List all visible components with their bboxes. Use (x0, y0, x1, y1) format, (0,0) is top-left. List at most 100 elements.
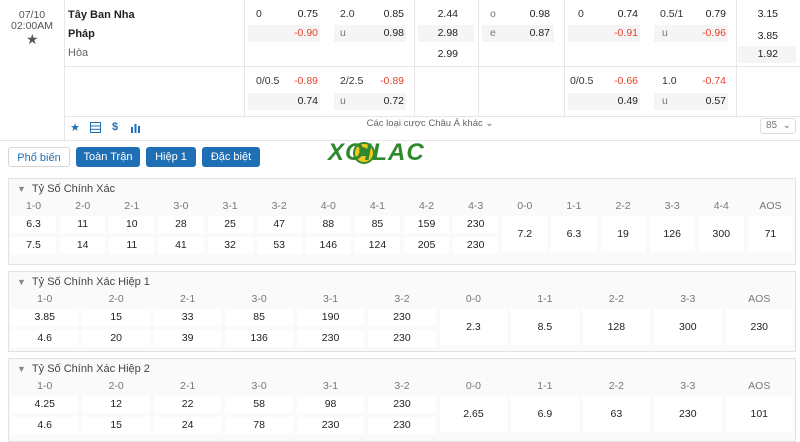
score-odd-cell[interactable]: 85 (225, 309, 293, 326)
score-odd-cell[interactable]: 58 (225, 396, 293, 413)
score-odd-cell[interactable]: 205 (404, 237, 450, 254)
ft-ou-odd-1[interactable]: 0.85 (376, 6, 404, 23)
score-odd-cell[interactable]: 53 (256, 237, 302, 254)
draw-score-odd-cell[interactable]: 6.3 (551, 216, 597, 252)
score-odd-cell[interactable]: 12 (82, 396, 150, 413)
score-odd-cell[interactable]: 7.5 (11, 237, 57, 254)
h1-ou-odd-1[interactable]: 0.79 (698, 6, 726, 23)
score-odd-cell[interactable]: 10 (109, 216, 155, 233)
score-odd-cell[interactable]: 28 (158, 216, 204, 233)
bar-chart-icon[interactable] (126, 119, 144, 135)
divider (736, 0, 737, 116)
score-odd-cell[interactable]: 4.25 (11, 396, 79, 413)
h1-hdp-odd-1[interactable]: 0.74 (610, 6, 638, 23)
more-asian-bets-link[interactable]: Các loại cược Châu Á khác ⌄ (330, 118, 530, 129)
section-title-text: Tỷ Số Chính Xác Hiệp 1 (31, 276, 150, 288)
section-title[interactable]: ▼ Tỷ Số Chính Xác Hiệp 1 (17, 276, 150, 288)
score-odd-cell[interactable]: 6.3 (11, 216, 57, 233)
score-odd-cell[interactable]: 11 (109, 237, 155, 254)
draw-score-odd-cell[interactable]: 300 (698, 216, 744, 252)
score-odd-cell[interactable]: 88 (305, 216, 351, 233)
draw-score-odd-cell[interactable]: 2.65 (439, 396, 508, 432)
score-odd-cell[interactable]: 230 (368, 330, 436, 347)
score-odd-cell[interactable]: 230 (296, 330, 365, 347)
zoom-select[interactable]: 85 ⌄ (760, 118, 796, 134)
h1-hdp-odd-2[interactable]: -0.91 (568, 25, 640, 42)
ft-1x2-home[interactable]: 2.44 (418, 6, 458, 23)
ft-1x2-draw[interactable]: 2.99 (418, 46, 458, 63)
score-odd-cell[interactable]: 98 (296, 396, 365, 413)
score-odd-cell[interactable]: 41 (158, 237, 204, 254)
score-odd-cell[interactable]: 124 (354, 237, 400, 254)
h1-1x2-draw[interactable]: 1.92 (738, 46, 796, 63)
h1-ou-row-2[interactable]: u -0.96 (654, 25, 728, 42)
h1-ou-odd-3[interactable]: -0.74 (698, 73, 726, 90)
ft-ou-row-4[interactable]: u 0.72 (334, 93, 406, 110)
tab-popular[interactable]: Phổ biến (8, 147, 70, 167)
draw-score-odd-cell[interactable]: 8.5 (511, 309, 579, 345)
section-title[interactable]: ▼ Tỷ Số Chính Xác (17, 183, 115, 195)
score-odd-cell[interactable]: 4.6 (11, 417, 79, 434)
star-icon[interactable]: ★ (66, 119, 84, 135)
tab-full-match[interactable]: Toàn Trận (76, 147, 140, 167)
score-odd-cell[interactable]: 39 (153, 330, 222, 347)
score-odd-cell[interactable]: 20 (82, 330, 150, 347)
ft-oe-row-2[interactable]: e 0.87 (482, 25, 554, 42)
score-odd-cell[interactable]: 25 (207, 216, 253, 233)
score-odd-cell[interactable]: 3.85 (11, 309, 79, 326)
score-odd-cell[interactable]: 15 (82, 417, 150, 434)
h1-hdp-odd-3[interactable]: -0.66 (610, 73, 638, 90)
section-title[interactable]: ▼ Tỷ Số Chính Xác Hiệp 2 (17, 363, 150, 375)
draw-score-odd-cell[interactable]: 230 (725, 309, 793, 345)
draw-score-odd-cell[interactable]: 19 (600, 216, 646, 252)
h1-ou-row-4[interactable]: u 0.57 (654, 93, 728, 110)
h1-1x2-home[interactable]: 3.15 (740, 6, 778, 23)
score-odd-cell[interactable]: 33 (153, 309, 222, 326)
score-odd-cell[interactable]: 146 (305, 237, 351, 254)
draw-score-odd-cell[interactable]: 300 (654, 309, 722, 345)
score-odd-cell[interactable]: 78 (225, 417, 293, 434)
dollar-icon[interactable]: $ (106, 119, 124, 135)
draw-score-odd-cell[interactable]: 7.2 (502, 216, 548, 252)
score-odd-cell[interactable]: 32 (207, 237, 253, 254)
draw-score-odd-cell[interactable]: 6.9 (511, 396, 579, 432)
score-odd-cell[interactable]: 190 (296, 309, 365, 326)
tab-special[interactable]: Đặc biệt (202, 147, 260, 167)
score-odd-cell[interactable]: 4.6 (11, 330, 79, 347)
ft-1x2-away[interactable]: 2.98 (418, 25, 474, 42)
ft-hdp-odd-2[interactable]: -0.90 (248, 25, 320, 42)
score-odd-cell[interactable]: 159 (404, 216, 450, 233)
score-odd-cell[interactable]: 22 (153, 396, 222, 413)
score-odd-cell[interactable]: 230 (453, 216, 499, 233)
draw-score-odd-cell[interactable]: 126 (649, 216, 695, 252)
favorite-star-icon[interactable]: ★ (26, 31, 39, 48)
h1-1x2-away[interactable]: 3.85 (740, 28, 778, 45)
score-odd-cell[interactable]: 11 (60, 216, 106, 233)
score-odd-cell[interactable]: 230 (368, 396, 436, 413)
score-odd-cell[interactable]: 230 (368, 309, 436, 326)
score-odd-cell[interactable]: 230 (368, 417, 436, 434)
ft-hdp-odd-3[interactable]: -0.89 (290, 73, 318, 90)
draw-score-odd-cell[interactable]: 230 (654, 396, 722, 432)
draw-score-odd-cell[interactable]: 2.3 (439, 309, 508, 345)
score-odd-cell[interactable]: 15 (82, 309, 150, 326)
draw-score-odd-cell[interactable]: 128 (582, 309, 651, 345)
score-odd-cell[interactable]: 14 (60, 237, 106, 254)
stats-table-icon[interactable] (86, 119, 104, 135)
score-odd-cell[interactable]: 47 (256, 216, 302, 233)
ft-hdp-odd-4[interactable]: 0.74 (248, 93, 320, 110)
draw-score-odd-cell[interactable]: 71 (747, 216, 793, 252)
draw-score-odd-cell[interactable]: 101 (725, 396, 793, 432)
ft-ou-odd-3[interactable]: -0.89 (376, 73, 404, 90)
ft-oe-odd-value[interactable]: 0.98 (520, 6, 550, 23)
score-odd-cell[interactable]: 230 (453, 237, 499, 254)
score-odd-cell[interactable]: 24 (153, 417, 222, 434)
score-odd-cell[interactable]: 230 (296, 417, 365, 434)
tab-first-half[interactable]: Hiệp 1 (146, 147, 196, 167)
score-odd-cell[interactable]: 136 (225, 330, 293, 347)
h1-hdp-odd-4[interactable]: 0.49 (568, 93, 640, 110)
ft-hdp-odd-1[interactable]: 0.75 (290, 6, 318, 23)
draw-score-odd-cell[interactable]: 63 (582, 396, 651, 432)
score-odd-cell[interactable]: 85 (354, 216, 400, 233)
ft-ou-row-2[interactable]: u 0.98 (334, 25, 406, 42)
